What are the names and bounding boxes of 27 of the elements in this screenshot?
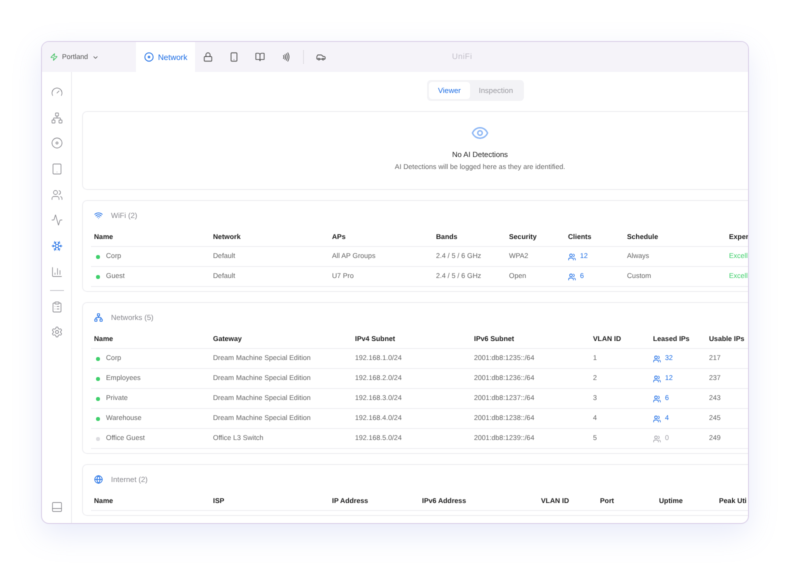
car-icon — [316, 52, 326, 62]
clients-icon — [568, 252, 576, 260]
network-icon — [94, 313, 103, 322]
app-tab[interactable]: Network — [136, 42, 196, 72]
clients-icon — [653, 434, 661, 442]
bar-chart-icon — [50, 266, 62, 278]
clients-icon — [653, 374, 661, 382]
activity-icon — [50, 214, 62, 226]
clients-icon — [653, 394, 661, 402]
users-icon — [50, 188, 62, 201]
clipboard-icon — [50, 300, 62, 312]
globe-icon — [94, 475, 103, 484]
snowflake-icon — [50, 240, 62, 252]
gauge-icon — [50, 86, 62, 98]
bolt-icon — [50, 53, 58, 61]
settings-icon — [50, 326, 62, 338]
device-icon — [50, 163, 62, 176]
panel-icon — [50, 501, 62, 514]
eye-icon — [471, 124, 489, 142]
clients-icon — [653, 354, 661, 362]
chevron-icon — [92, 54, 100, 60]
wifi-icon — [94, 211, 103, 220]
network-app-icon — [144, 52, 154, 62]
disc-icon — [50, 137, 62, 150]
clients-icon — [653, 414, 661, 422]
topology-icon — [50, 112, 62, 124]
clients-icon — [568, 272, 576, 280]
